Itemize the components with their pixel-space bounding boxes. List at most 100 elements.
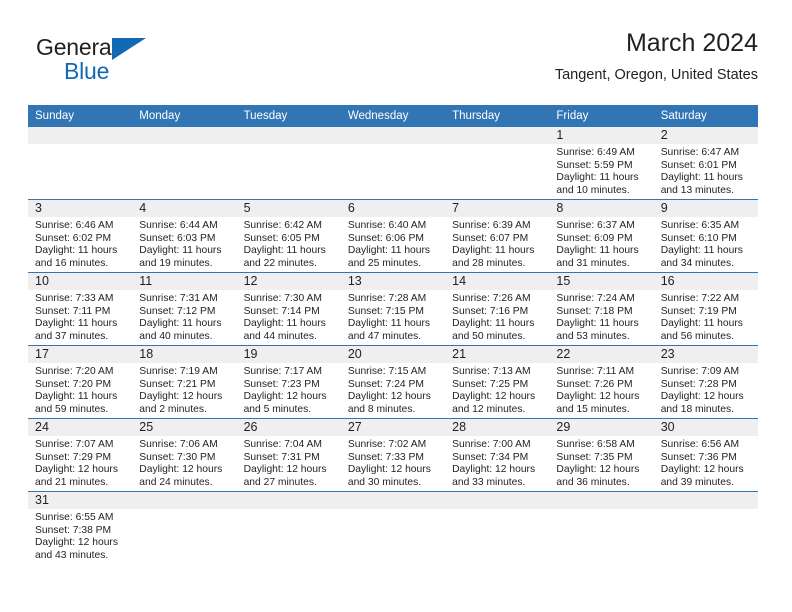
sunset-text: Sunset: 7:14 PM xyxy=(243,305,320,317)
day-cell[interactable]: 25 Sunrise: 7:06 AM Sunset: 7:30 PM Dayligh… xyxy=(132,418,237,492)
day-cell[interactable]: 30 Sunrise: 6:56 AM Sunset: 7:36 PM Dayligh… xyxy=(653,418,758,492)
day-cell-inner: 30 Sunrise: 6:56 AM Sunset: 7:36 PM Dayligh… xyxy=(653,419,758,491)
day-cell[interactable] xyxy=(236,126,341,200)
day-cell[interactable]: 22 Sunrise: 7:11 AM Sunset: 7:26 PM Dayligh… xyxy=(549,345,654,419)
weekday-header-tuesday: Tuesday xyxy=(236,105,341,127)
sunset-text: Sunset: 7:20 PM xyxy=(35,378,112,390)
day-details: Sunrise: 6:46 AM Sunset: 6:02 PM Daylight:… xyxy=(28,217,132,270)
daylight-text-line1: Daylight: 12 hours xyxy=(35,464,118,476)
day-cell[interactable]: 24 Sunrise: 7:07 AM Sunset: 7:29 PM Dayligh… xyxy=(28,418,133,492)
sunset-text: Sunset: 5:59 PM xyxy=(556,159,633,171)
day-number: 9 xyxy=(653,200,758,217)
day-cell[interactable] xyxy=(340,491,446,568)
day-cell[interactable]: 16 Sunrise: 7:22 AM Sunset: 7:19 PM Dayligh… xyxy=(653,272,758,346)
day-cell[interactable]: 27 Sunrise: 7:02 AM Sunset: 7:33 PM Dayligh… xyxy=(340,418,446,492)
day-cell[interactable]: 28 Sunrise: 7:00 AM Sunset: 7:34 PM Dayligh… xyxy=(445,418,550,492)
day-number: 12 xyxy=(236,273,341,290)
day-cell[interactable] xyxy=(340,126,446,200)
day-number: 27 xyxy=(340,419,446,436)
day-number xyxy=(340,492,446,509)
day-cell[interactable]: 5 Sunrise: 6:42 AM Sunset: 6:05 PM Daylight… xyxy=(236,199,341,273)
day-cell[interactable]: 4 Sunrise: 6:44 AM Sunset: 6:03 PM Daylight… xyxy=(132,199,237,273)
day-cell[interactable]: 1 Sunrise: 6:49 AM Sunset: 5:59 PM Daylight… xyxy=(549,126,654,200)
day-cell[interactable]: 10 Sunrise: 7:33 AM Sunset: 7:11 PM Dayligh… xyxy=(28,272,133,346)
day-cell[interactable]: 15 Sunrise: 7:24 AM Sunset: 7:18 PM Dayligh… xyxy=(549,272,654,346)
day-cell[interactable]: 7 Sunrise: 6:39 AM Sunset: 6:07 PM Daylight… xyxy=(445,199,550,273)
sunrise-text: Sunrise: 7:33 AM xyxy=(35,293,114,304)
sunrise-text: Sunrise: 7:15 AM xyxy=(347,366,427,377)
general-blue-logo[interactable]: General Blue xyxy=(36,34,186,92)
day-cell[interactable]: 2 Sunrise: 6:47 AM Sunset: 6:01 PM Daylight… xyxy=(653,126,758,200)
daylight-text-line1: Daylight: 11 hours xyxy=(556,318,639,330)
sunrise-text: Sunrise: 7:19 AM xyxy=(139,366,218,377)
day-cell[interactable]: 20 Sunrise: 7:15 AM Sunset: 7:24 PM Dayligh… xyxy=(340,345,446,419)
page-title: March 2024 xyxy=(625,29,758,57)
calendar-week-row: 24 Sunrise: 7:07 AM Sunset: 7:29 PM Dayligh… xyxy=(28,418,758,492)
sunrise-text: Sunrise: 7:20 AM xyxy=(35,366,114,377)
day-cell[interactable] xyxy=(236,491,341,568)
day-details: Sunrise: 7:17 AM Sunset: 7:23 PM Daylight:… xyxy=(237,363,341,416)
day-cell[interactable]: 13 Sunrise: 7:28 AM Sunset: 7:15 PM Dayligh… xyxy=(340,272,446,346)
title-block: March 2024 Tangent, Oregon, United State… xyxy=(555,28,758,86)
day-cell[interactable] xyxy=(132,126,237,200)
day-cell[interactable]: 12 Sunrise: 7:30 AM Sunset: 7:14 PM Dayligh… xyxy=(236,272,341,346)
daylight-text-line1: Daylight: 12 hours xyxy=(556,391,640,403)
daylight-text-line1: Daylight: 12 hours xyxy=(139,464,223,476)
daylight-text-line2: and 15 minutes. xyxy=(556,403,630,415)
sunrise-text: Sunrise: 6:35 AM xyxy=(660,220,740,231)
day-cell[interactable]: 14 Sunrise: 7:26 AM Sunset: 7:16 PM Dayligh… xyxy=(445,272,550,346)
day-number xyxy=(236,127,341,144)
day-cell[interactable]: 31 Sunrise: 6:55 AM Sunset: 7:38 PM Dayligh… xyxy=(28,491,133,568)
day-cell[interactable]: 6 Sunrise: 6:40 AM Sunset: 6:06 PM Daylight… xyxy=(340,199,446,273)
day-cell-inner: 29 Sunrise: 6:58 AM Sunset: 7:35 PM Dayligh… xyxy=(549,419,654,491)
day-cell[interactable] xyxy=(653,491,758,568)
day-cell[interactable]: 23 Sunrise: 7:09 AM Sunset: 7:28 PM Dayligh… xyxy=(653,345,758,419)
day-cell[interactable] xyxy=(132,491,237,568)
day-details: Sunrise: 7:04 AM Sunset: 7:31 PM Daylight:… xyxy=(237,436,341,489)
daylight-text-line1: Daylight: 11 hours xyxy=(660,245,743,257)
day-cell-inner: 7 Sunrise: 6:39 AM Sunset: 6:07 PM Daylight… xyxy=(445,200,550,272)
day-cell[interactable]: 9 Sunrise: 6:35 AM Sunset: 6:10 PM Daylight… xyxy=(653,199,758,273)
day-cell[interactable] xyxy=(445,491,550,568)
sunrise-text: Sunrise: 7:22 AM xyxy=(660,293,740,304)
day-cell[interactable]: 21 Sunrise: 7:13 AM Sunset: 7:25 PM Dayligh… xyxy=(445,345,550,419)
day-details xyxy=(549,509,653,512)
day-cell-inner: 18 Sunrise: 7:19 AM Sunset: 7:21 PM Dayligh… xyxy=(132,346,237,418)
daylight-text-line2: and 56 minutes. xyxy=(660,330,734,342)
daylight-text-line2: and 31 minutes. xyxy=(556,257,630,269)
day-number xyxy=(132,492,237,509)
day-cell[interactable]: 17 Sunrise: 7:20 AM Sunset: 7:20 PM Dayligh… xyxy=(28,345,133,419)
sunrise-text: Sunrise: 6:37 AM xyxy=(556,220,635,231)
day-details xyxy=(237,509,341,512)
weekday-header-monday: Monday xyxy=(132,105,237,127)
day-cell[interactable]: 3 Sunrise: 6:46 AM Sunset: 6:02 PM Daylight… xyxy=(28,199,133,273)
day-cell[interactable] xyxy=(549,491,654,568)
day-cell[interactable]: 26 Sunrise: 7:04 AM Sunset: 7:31 PM Dayligh… xyxy=(236,418,341,492)
day-number: 25 xyxy=(132,419,237,436)
day-cell[interactable]: 11 Sunrise: 7:31 AM Sunset: 7:12 PM Dayligh… xyxy=(132,272,237,346)
day-cell[interactable]: 29 Sunrise: 6:58 AM Sunset: 7:35 PM Dayligh… xyxy=(549,418,654,492)
daylight-text-line2: and 37 minutes. xyxy=(35,330,109,342)
daylight-text-line1: Daylight: 11 hours xyxy=(347,245,431,257)
day-details: Sunrise: 7:24 AM Sunset: 7:18 PM Daylight:… xyxy=(549,290,653,343)
day-cell[interactable] xyxy=(445,126,550,200)
sunrise-text: Sunrise: 6:42 AM xyxy=(243,220,322,231)
daylight-text-line1: Daylight: 11 hours xyxy=(35,245,118,257)
daylight-text-line1: Daylight: 12 hours xyxy=(35,537,118,549)
sunrise-text: Sunrise: 7:24 AM xyxy=(556,293,635,304)
day-cell[interactable]: 19 Sunrise: 7:17 AM Sunset: 7:23 PM Dayligh… xyxy=(236,345,341,419)
daylight-text-line2: and 22 minutes. xyxy=(243,257,317,269)
sunrise-text: Sunrise: 7:02 AM xyxy=(347,439,427,450)
sunset-text: Sunset: 7:18 PM xyxy=(556,305,633,317)
day-cell[interactable]: 8 Sunrise: 6:37 AM Sunset: 6:09 PM Daylight… xyxy=(549,199,654,273)
day-cell-inner xyxy=(549,492,654,568)
daylight-text-line2: and 39 minutes. xyxy=(660,476,734,488)
day-number xyxy=(340,127,446,144)
day-cell[interactable] xyxy=(28,126,133,200)
sunset-text: Sunset: 7:33 PM xyxy=(347,451,424,463)
day-cell-inner xyxy=(236,127,341,199)
sunrise-text: Sunrise: 6:55 AM xyxy=(35,512,114,523)
sunrise-text: Sunrise: 6:46 AM xyxy=(35,220,114,231)
day-number: 21 xyxy=(445,346,550,363)
day-cell[interactable]: 18 Sunrise: 7:19 AM Sunset: 7:21 PM Dayligh… xyxy=(132,345,237,419)
